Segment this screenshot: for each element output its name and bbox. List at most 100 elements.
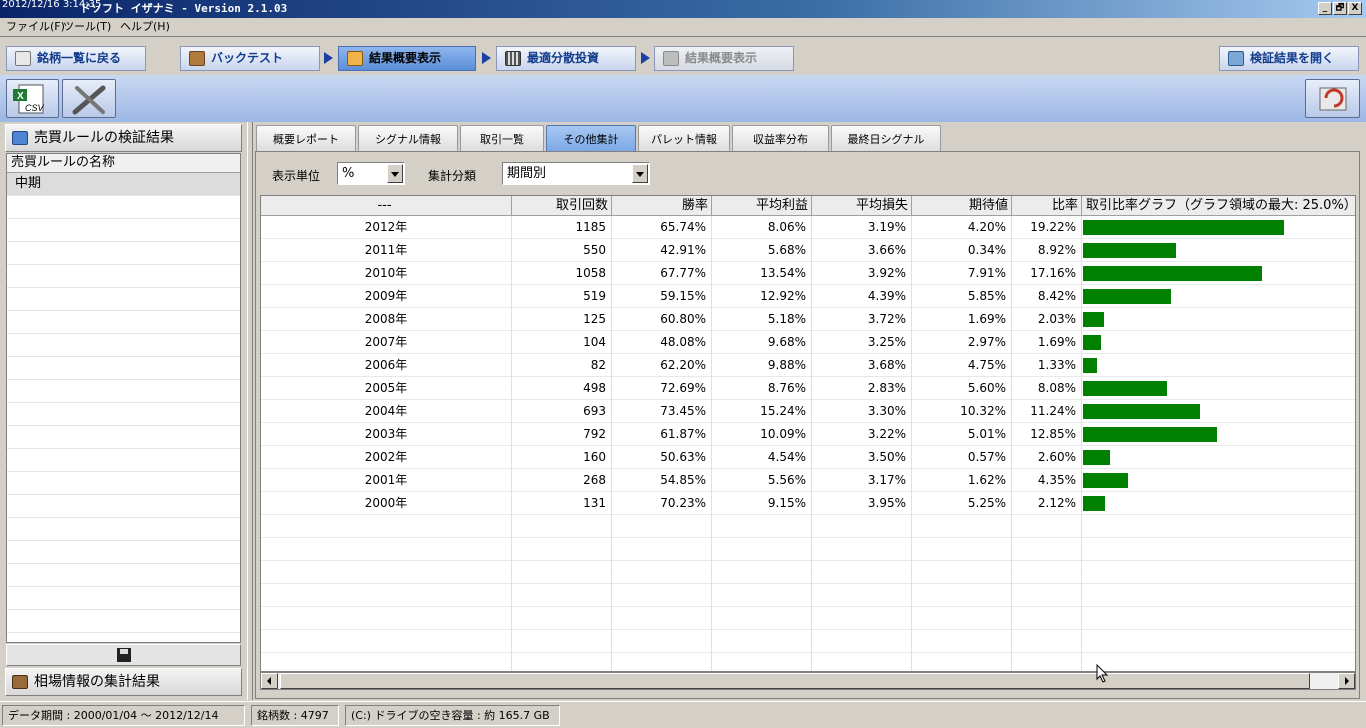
column-header-1[interactable]: 取引回数 [512,196,612,216]
cell-win_rate: 54.85% [612,469,712,492]
column-header-0[interactable]: --- [261,196,512,216]
csv-export-button[interactable]: X CSV [6,79,59,118]
menu-file[interactable]: ファイル(F) [6,20,65,34]
column-header-2[interactable]: 勝率 [612,196,712,216]
column-header-7[interactable]: 取引比率グラフ（グラフ領域の最大: 25.0%） [1082,196,1355,216]
cell-ratio-graph [1082,216,1355,239]
settings-tools-button[interactable] [62,79,116,118]
cell-avg_profit: 4.54% [712,446,812,469]
window-title: ドソフト イザナミ - Version 2.1.03 [80,2,288,15]
table-row[interactable]: 2002年 160 50.63% 4.54% 3.50% 0.57% 2.60% [261,446,1355,469]
empty-cell [812,584,912,607]
cell-avg_loss: 3.66% [812,239,912,262]
table-row[interactable]: 2001年 268 54.85% 5.56% 3.17% 1.62% 4.35% [261,469,1355,492]
cell-ratio-graph [1082,469,1355,492]
minimize-button[interactable]: _ [1318,2,1332,15]
cell-trades: 550 [512,239,612,262]
empty-row [261,653,1355,671]
cell-avg_profit: 12.92% [712,285,812,308]
tab-2[interactable]: 取引一覧 [460,125,544,152]
empty-row [261,561,1355,584]
cell-win_rate: 60.80% [612,308,712,331]
table-row[interactable]: 2004年 693 73.45% 15.24% 3.30% 10.32% 11.24% [261,400,1355,423]
column-header-5[interactable]: 期待値 [912,196,1012,216]
cell-avg_profit: 9.88% [712,354,812,377]
tab-1[interactable]: シグナル情報 [358,125,458,152]
back-to-list-button[interactable]: 銘柄一覧に戻る [6,46,146,71]
summary2-label: 結果概要表示 [685,51,758,65]
close-button[interactable]: X [1348,2,1362,15]
tab-4[interactable]: パレット情報 [638,125,730,152]
market-header[interactable]: 相場情報の集計結果 [5,668,242,696]
cell-trades: 1185 [512,216,612,239]
cell-period: 2007年 [261,331,512,354]
optimal-allocation-button[interactable]: 最適分散投資 [496,46,636,71]
rules-column-header[interactable]: 売買ルールの名称 [7,154,240,173]
empty-row [261,584,1355,607]
tab-0[interactable]: 概要レポート [256,125,356,152]
table-row[interactable]: 2003年 792 61.87% 10.09% 3.22% 5.01% 12.85% [261,423,1355,446]
empty-cell [812,538,912,561]
menu-help[interactable]: ヘルプ(H) [120,20,170,34]
backtest-button[interactable]: バックテスト [180,46,320,71]
empty-cell [1012,584,1082,607]
empty-cell [912,584,1012,607]
table-row[interactable]: 2006年 82 62.20% 9.88% 3.68% 4.75% 1.33% [261,354,1355,377]
empty-row [7,219,240,242]
summary-button[interactable]: 結果概要表示 [338,46,476,71]
ratio-bar [1083,335,1101,350]
tab-6[interactable]: 最終日シグナル [831,125,941,152]
cell-avg_profit: 9.15% [712,492,812,515]
status-bar: データ期間 : 2000/01/04 〜 2012/12/14 銘柄数 : 47… [0,701,1366,728]
tab-3[interactable]: その他集計 [546,125,636,152]
empty-cell [261,538,512,561]
cell-period: 2008年 [261,308,512,331]
cell-expectancy: 7.91% [912,262,1012,285]
cell-ratio: 2.60% [1012,446,1082,469]
tab-5[interactable]: 収益率分布 [732,125,829,152]
rule-item[interactable]: 中期 [7,173,240,196]
rules-header[interactable]: 売買ルールの検証結果 [5,124,242,152]
chevron-down-icon[interactable] [387,164,403,183]
summary2-button[interactable]: 結果概要表示 [654,46,794,71]
table-row[interactable]: 2009年 519 59.15% 12.92% 4.39% 5.85% 8.42% [261,285,1355,308]
empty-row [7,196,240,219]
cell-trades: 104 [512,331,612,354]
table-row[interactable]: 2005年 498 72.69% 8.76% 2.83% 5.60% 8.08% [261,377,1355,400]
table-row[interactable]: 2012年 1185 65.74% 8.06% 3.19% 4.20% 19.22% [261,216,1355,239]
menu-tools[interactable]: ツール(T) [63,20,111,34]
horizontal-scrollbar[interactable] [260,672,1356,690]
table-row[interactable]: 2010年 1058 67.77% 13.54% 3.92% 7.91% 17.16% [261,262,1355,285]
chevron-down-icon[interactable] [632,164,648,183]
save-button[interactable] [6,644,241,666]
empty-cell [1082,653,1355,671]
empty-row [7,610,240,633]
empty-cell [1082,607,1355,630]
column-header-3[interactable]: 平均利益 [712,196,812,216]
pane-splitter[interactable] [247,122,253,700]
cell-avg_loss: 4.39% [812,285,912,308]
cell-period: 2001年 [261,469,512,492]
table-row[interactable]: 2011年 550 42.91% 5.68% 3.66% 0.34% 8.92% [261,239,1355,262]
scroll-left-button[interactable] [261,673,278,689]
table-row[interactable]: 2000年 131 70.23% 9.15% 3.95% 5.25% 2.12% [261,492,1355,515]
refresh-button[interactable] [1305,79,1360,118]
empty-cell [1082,515,1355,538]
table-row[interactable]: 2007年 104 48.08% 9.68% 3.25% 2.97% 1.69% [261,331,1355,354]
column-header-4[interactable]: 平均損失 [812,196,912,216]
column-header-6[interactable]: 比率 [1012,196,1082,216]
eye-icon [15,51,31,66]
open-results-button[interactable]: 検証結果を開く [1219,46,1359,71]
restore-button[interactable]: 🗗 [1333,2,1347,15]
category-select[interactable]: 期間別 [502,162,650,185]
csv-text: CSV [25,103,45,113]
scroll-right-button[interactable] [1338,673,1355,689]
empty-cell [612,584,712,607]
cell-trades: 792 [512,423,612,446]
table-row[interactable]: 2008年 125 60.80% 5.18% 3.72% 1.69% 2.03% [261,308,1355,331]
scroll-thumb[interactable] [280,673,1310,689]
unit-select[interactable]: % [337,162,405,185]
ratio-bar [1083,312,1104,327]
cell-ratio: 2.03% [1012,308,1082,331]
ratio-bar [1083,496,1105,511]
